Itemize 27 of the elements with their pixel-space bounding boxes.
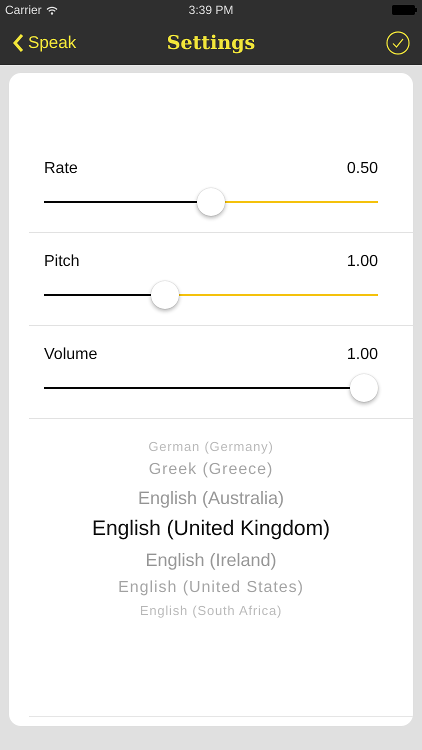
slider-value: 0.50	[346, 160, 378, 178]
slider-label: Volume	[44, 346, 98, 364]
back-button[interactable]: Speak	[12, 32, 76, 52]
wifi-icon	[46, 6, 58, 14]
slider-value: 1.00	[346, 346, 378, 364]
picker-option[interactable]: English (South Africa)	[140, 601, 282, 621]
slider-track[interactable]	[44, 281, 378, 309]
picker-option[interactable]: English (United Kingdom)	[92, 513, 330, 545]
slider-value: 1.00	[346, 253, 378, 271]
screen-title: Settings	[166, 32, 256, 54]
clock-time: 3:39 PM	[188, 3, 234, 17]
done-button[interactable]	[386, 30, 410, 54]
picker-option[interactable]: English (Australia)	[138, 483, 284, 513]
carrier-name: Carrier	[5, 3, 42, 17]
slider-thumb[interactable]	[197, 188, 225, 216]
slider-track[interactable]	[44, 188, 378, 216]
slider-thumb[interactable]	[350, 374, 378, 402]
slider-thumb[interactable]	[151, 281, 180, 309]
slider-track[interactable]	[44, 374, 378, 402]
picker-option[interactable]: Greek (Greece)	[148, 457, 274, 483]
picker-option[interactable]: German (Germany)	[148, 437, 274, 457]
chevron-left-icon	[12, 32, 24, 52]
picker-option[interactable]: English (Ireland)	[145, 545, 277, 575]
battery-icon	[392, 5, 417, 15]
slider-label: Rate	[44, 160, 78, 178]
picker-option[interactable]: English (United States)	[118, 575, 304, 601]
slider-label: Pitch	[44, 253, 80, 271]
